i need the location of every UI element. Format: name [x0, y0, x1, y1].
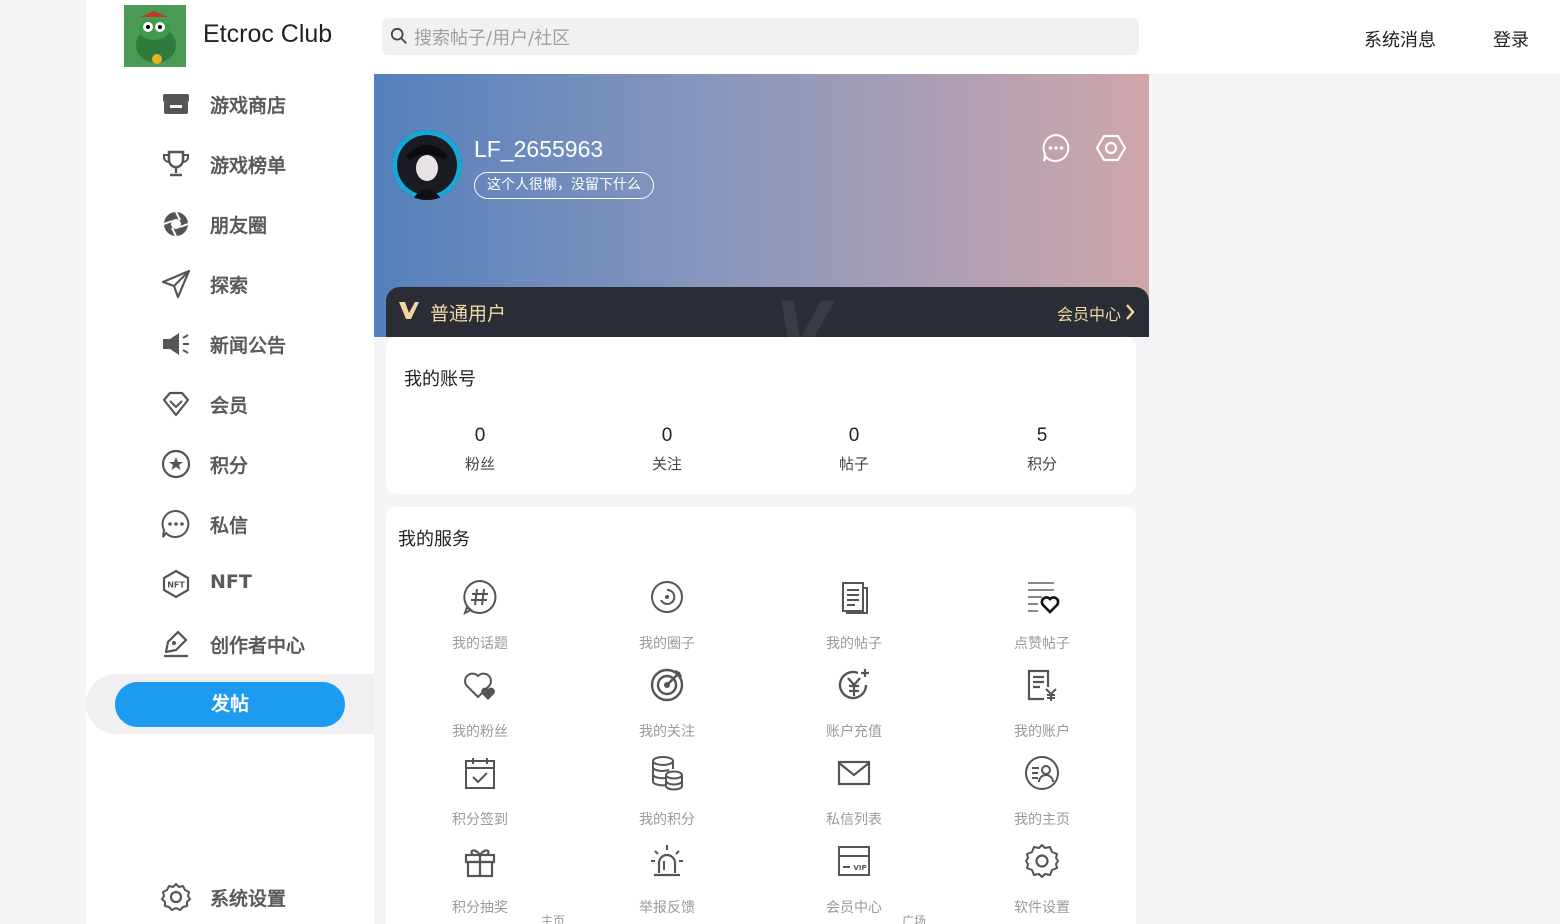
service-recharge[interactable]: 账户充值: [794, 667, 914, 753]
post-button-wrap: 发帖: [86, 674, 374, 734]
service-message-list[interactable]: 私信列表: [794, 755, 914, 841]
sidebar-item-creator-center[interactable]: 创作者中心: [86, 614, 374, 674]
membership-tier: 普通用户: [430, 303, 507, 325]
service-report[interactable]: 举报反馈: [607, 843, 727, 924]
mail-icon: [837, 760, 871, 786]
service-lottery[interactable]: 积分抽奖: [420, 843, 540, 924]
yen-plus-icon: [838, 669, 869, 700]
account-title: 我的账号: [404, 369, 476, 390]
profile-circle-icon: [1025, 756, 1059, 790]
brand-name[interactable]: Etcroc Club: [203, 20, 332, 49]
app-root: Etcroc Club 搜索帖子/用户/社区 系统消息 登录 游戏商店 游戏榜单…: [0, 0, 1560, 924]
stat-following[interactable]: 0 关注: [627, 425, 707, 474]
sidebar-item-messages[interactable]: 私信: [86, 494, 374, 554]
footer-tab-home[interactable]: 主页: [541, 912, 565, 924]
service-my-circles[interactable]: 我的圈子: [607, 579, 727, 665]
service-liked-posts[interactable]: 点赞帖子: [982, 579, 1102, 665]
target-icon: [650, 668, 684, 702]
sidebar-item-membership[interactable]: 会员: [86, 374, 374, 434]
diamond-icon: [162, 391, 190, 417]
alarm-icon: [651, 845, 683, 877]
membership-bar: V 普通用户 会员中心: [386, 287, 1149, 337]
vip-watermark: V: [776, 287, 831, 337]
bio-badge[interactable]: 这个人很懒，没留下什么: [474, 172, 654, 199]
stat-posts[interactable]: 0 帖子: [814, 425, 894, 474]
aperture-icon: [163, 211, 189, 237]
service-my-fans[interactable]: 我的粉丝: [420, 667, 540, 753]
service-app-settings[interactable]: 软件设置: [982, 843, 1102, 924]
svg-text:VIP: VIP: [853, 864, 866, 872]
settings-icon: [1025, 844, 1059, 878]
nft-icon: NFT: [162, 569, 190, 599]
megaphone-icon: [163, 333, 189, 355]
avatar[interactable]: [392, 130, 462, 200]
sidebar-item-moments[interactable]: 朋友圈: [86, 194, 374, 254]
chat-icon: [161, 509, 190, 538]
hex-settings-icon[interactable]: [1095, 132, 1127, 164]
sidebar-item-points[interactable]: 积分: [86, 434, 374, 494]
gear-icon: [161, 883, 191, 911]
sidebar-item-settings[interactable]: 系统设置: [86, 867, 374, 924]
sidebar-item-news[interactable]: 新闻公告: [86, 314, 374, 374]
service-member-center[interactable]: VIP 会员中心: [794, 843, 914, 924]
service-my-posts[interactable]: 我的帖子: [794, 579, 914, 665]
store-icon: [163, 94, 189, 114]
vip-logo-icon: [399, 302, 419, 319]
chevron-right-icon: [1126, 304, 1135, 320]
sidebar-item-explore[interactable]: 探索: [86, 254, 374, 314]
hearts-icon: [464, 672, 495, 700]
service-my-topics[interactable]: 我的话题: [420, 579, 540, 665]
pen-icon: [164, 630, 188, 658]
bill-icon: [1027, 669, 1057, 701]
service-my-account[interactable]: 我的账户: [982, 667, 1102, 753]
service-my-homepage[interactable]: 我的主页: [982, 755, 1102, 841]
footer-tab-square[interactable]: 广场: [902, 912, 926, 924]
service-check-in[interactable]: 积分签到: [420, 755, 540, 841]
stat-points[interactable]: 5 积分: [1002, 425, 1082, 474]
send-icon: [161, 269, 191, 299]
logo-image[interactable]: [124, 5, 186, 67]
message-bubble-icon[interactable]: [1040, 132, 1072, 164]
gift-icon: [464, 849, 496, 878]
sidebar-item-nft[interactable]: NFT NFT: [86, 554, 374, 614]
vip-card-icon: VIP: [838, 846, 870, 876]
account-card: 我的账号 0 粉丝 0 关注 0 帖子 5 积分: [386, 337, 1136, 494]
sidebar-item-game-ranking[interactable]: 游戏榜单: [86, 134, 374, 194]
circle-icon: [651, 581, 683, 613]
login-link[interactable]: 登录: [1493, 26, 1529, 52]
search-input[interactable]: 搜索帖子/用户/社区: [414, 24, 570, 50]
post-button[interactable]: 发帖: [115, 682, 345, 727]
sidebar-item-game-store[interactable]: 游戏商店: [86, 74, 374, 134]
member-center-link[interactable]: 会员中心: [1057, 301, 1121, 325]
sidebar: 游戏商店 游戏榜单 朋友圈 探索 新闻公告 会员 积分 私信 NFT NFT 创…: [86, 74, 374, 924]
coins-icon: [652, 756, 683, 791]
hashtag-icon: [463, 579, 497, 615]
stat-fans[interactable]: 0 粉丝: [440, 425, 520, 474]
service-my-points[interactable]: 我的积分: [607, 755, 727, 841]
services-card: 我的服务 我的话题 我的圈子 我的帖子 点赞帖子 我的粉丝 我的关注 账户充值 …: [386, 507, 1136, 924]
profile-header: LF_2655963 这个人很懒，没留下什么 V 普通用户 会员中心: [374, 74, 1149, 337]
calendar-check-icon: [465, 758, 495, 789]
system-messages-link[interactable]: 系统消息: [1364, 26, 1436, 52]
service-my-following[interactable]: 我的关注: [607, 667, 727, 753]
svg-text:NFT: NFT: [167, 581, 185, 590]
username: LF_2655963: [474, 136, 604, 162]
trophy-icon: [163, 150, 189, 177]
search-bar[interactable]: 搜索帖子/用户/社区: [382, 18, 1139, 55]
search-icon: [390, 27, 407, 44]
liked-list-icon: [1028, 582, 1060, 614]
services-title: 我的服务: [398, 529, 470, 550]
star-circle-icon: [161, 449, 191, 479]
documents-icon: [842, 582, 868, 614]
